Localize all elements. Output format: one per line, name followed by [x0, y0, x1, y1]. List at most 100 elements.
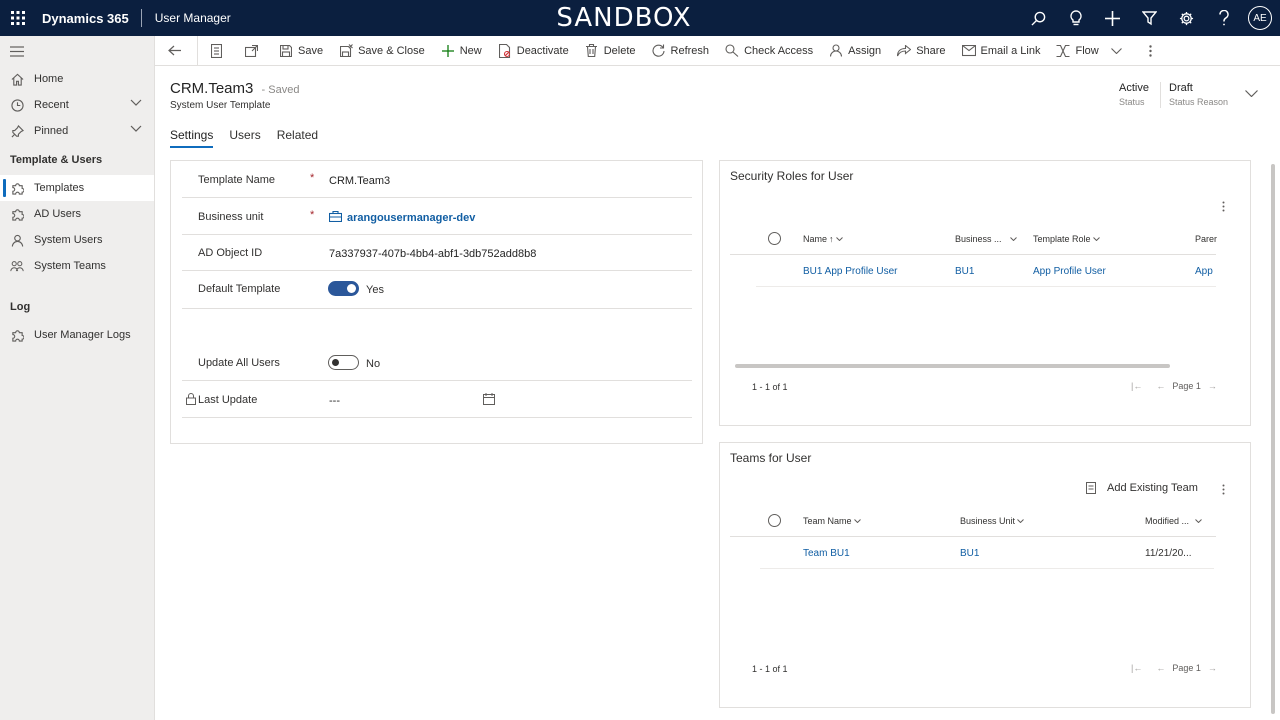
- sidebar-item-system-teams[interactable]: System Teams: [0, 253, 154, 279]
- table-row[interactable]: BU1 App Profile User BU1 App Profile Use…: [756, 255, 1216, 287]
- pagination: |← ← Page 1 →: [1124, 381, 1224, 391]
- help-icon[interactable]: [1205, 0, 1242, 36]
- settings-icon[interactable]: [1168, 0, 1205, 36]
- document-icon: [209, 43, 223, 58]
- sidebar-item-templates[interactable]: Templates: [0, 175, 154, 201]
- business-unit-link[interactable]: BU1: [955, 266, 974, 277]
- column-modified[interactable]: Modified ...: [1145, 516, 1202, 526]
- plus-icon[interactable]: [1094, 0, 1131, 36]
- sidebar-section-title: Log: [10, 301, 31, 313]
- save-button[interactable]: Save: [271, 36, 331, 66]
- template-role-link[interactable]: App Profile User: [1033, 266, 1106, 277]
- add-existing-team-button[interactable]: Add Existing Team: [1086, 482, 1198, 494]
- lightbulb-icon[interactable]: [1057, 0, 1094, 36]
- default-template-toggle[interactable]: [328, 281, 359, 296]
- sidebar: Home Recent Pinned Template & Users Temp…: [0, 36, 155, 720]
- filter-icon[interactable]: [1131, 0, 1168, 36]
- command-bar: Save Save & Close New Deactivate Delete …: [155, 35, 1280, 66]
- next-page-icon[interactable]: →: [1208, 663, 1217, 673]
- deactivate-button[interactable]: Deactivate: [490, 36, 577, 66]
- business-unit-link[interactable]: BU1: [960, 548, 979, 559]
- more-vertical-icon[interactable]: [1217, 482, 1229, 496]
- header-divider: [1160, 82, 1161, 108]
- chevron-down-icon[interactable]: [1245, 90, 1258, 97]
- brand-divider: [140, 9, 142, 27]
- column-label: Name: [803, 234, 828, 244]
- tab-settings[interactable]: Settings: [170, 128, 214, 148]
- tab-related[interactable]: Related: [277, 128, 318, 148]
- first-page-icon[interactable]: |←: [1131, 381, 1142, 391]
- more-vertical-icon[interactable]: [1217, 199, 1229, 213]
- select-all-checkbox[interactable]: [768, 232, 781, 245]
- select-all-checkbox[interactable]: [768, 514, 781, 527]
- parent-link[interactable]: App: [1195, 266, 1213, 277]
- main-content: CRM.Team3 - Saved System User Template A…: [155, 66, 1280, 720]
- assign-button[interactable]: Assign: [821, 36, 889, 66]
- search-icon[interactable]: [1020, 0, 1057, 36]
- chevron-down-icon[interactable]: [130, 125, 142, 132]
- share-button[interactable]: Share: [889, 36, 953, 66]
- grid-header: Team Name Business Unit Modified ...: [730, 505, 1216, 537]
- share-icon: [897, 44, 912, 58]
- vertical-scrollbar[interactable]: [1271, 164, 1275, 714]
- email-link-button[interactable]: Email a Link: [954, 36, 1049, 66]
- column-template-role[interactable]: Template Role: [1033, 234, 1100, 244]
- required-marker: *: [310, 209, 315, 221]
- delete-button[interactable]: Delete: [577, 36, 644, 66]
- more-vertical-icon: [1144, 44, 1158, 58]
- flow-button[interactable]: Flow: [1048, 36, 1129, 66]
- sidebar-item-ad-users[interactable]: AD Users: [0, 201, 154, 227]
- template-name-field[interactable]: CRM.Team3: [329, 175, 390, 187]
- hamburger-menu-icon[interactable]: [0, 36, 154, 66]
- previous-page-icon[interactable]: ←: [1156, 663, 1165, 673]
- sidebar-item-home[interactable]: Home: [0, 66, 154, 92]
- share-label: Share: [916, 44, 946, 57]
- app-name[interactable]: User Manager: [155, 11, 231, 25]
- business-unit-lookup[interactable]: arangousermanager-dev: [347, 212, 475, 224]
- sidebar-item-system-users[interactable]: System Users: [0, 227, 154, 253]
- back-button[interactable]: [159, 36, 194, 66]
- sidebar-section-title: Template & Users: [10, 154, 103, 166]
- security-roles-subgrid: Security Roles for User Name ↑ Business …: [719, 160, 1251, 426]
- ad-object-field[interactable]: 7a337937-407b-4bb4-abf1-3db752add8b8: [329, 248, 536, 260]
- save-icon: [279, 44, 293, 58]
- team-name-link[interactable]: Team BU1: [803, 548, 850, 559]
- new-button[interactable]: New: [433, 36, 490, 66]
- column-name[interactable]: Name ↑: [803, 234, 843, 244]
- chevron-down-icon[interactable]: [1110, 47, 1122, 54]
- tab-users[interactable]: Users: [229, 128, 260, 148]
- last-update-field: ---: [329, 395, 340, 407]
- table-row[interactable]: Team BU1 BU1 11/21/20...: [760, 537, 1214, 569]
- role-name-link[interactable]: BU1 App Profile User: [803, 266, 898, 277]
- open-new-window-button[interactable]: [236, 36, 271, 66]
- brand-name[interactable]: Dynamics 365: [42, 11, 129, 26]
- more-commands-button[interactable]: [1136, 36, 1171, 66]
- sidebar-item-user-manager-logs[interactable]: User Manager Logs: [0, 322, 154, 348]
- template-name-row: Template Name * CRM.Team3: [182, 162, 692, 198]
- chevron-down-icon: [1009, 237, 1017, 241]
- column-parent[interactable]: Parer: [1195, 234, 1219, 244]
- first-page-icon[interactable]: |←: [1131, 663, 1142, 673]
- sidebar-item-pinned[interactable]: Pinned: [0, 118, 154, 144]
- sidebar-item-label: AD Users: [34, 208, 82, 220]
- update-all-toggle[interactable]: [328, 355, 359, 370]
- calendar-icon: [483, 393, 495, 405]
- form-view-button[interactable]: [201, 36, 236, 66]
- app-launcher-icon[interactable]: [0, 0, 36, 36]
- user-avatar[interactable]: AE: [1248, 6, 1272, 30]
- sidebar-item-recent[interactable]: Recent: [0, 92, 154, 118]
- column-label: Template Role: [1033, 234, 1091, 244]
- email-link-icon: [961, 44, 976, 58]
- refresh-button[interactable]: Refresh: [644, 36, 718, 66]
- horizontal-scrollbar[interactable]: [735, 364, 1170, 368]
- check-access-button[interactable]: Check Access: [717, 36, 821, 66]
- column-team-name[interactable]: Team Name: [803, 516, 861, 526]
- next-page-icon[interactable]: →: [1208, 381, 1217, 391]
- person-icon: [10, 233, 24, 247]
- column-business-unit[interactable]: Business Unit: [960, 516, 1024, 526]
- column-business-unit[interactable]: Business ...: [955, 234, 1017, 244]
- save-close-button[interactable]: Save & Close: [331, 36, 433, 66]
- update-all-value: No: [366, 358, 381, 370]
- chevron-down-icon[interactable]: [130, 99, 142, 106]
- previous-page-icon[interactable]: ←: [1156, 381, 1165, 391]
